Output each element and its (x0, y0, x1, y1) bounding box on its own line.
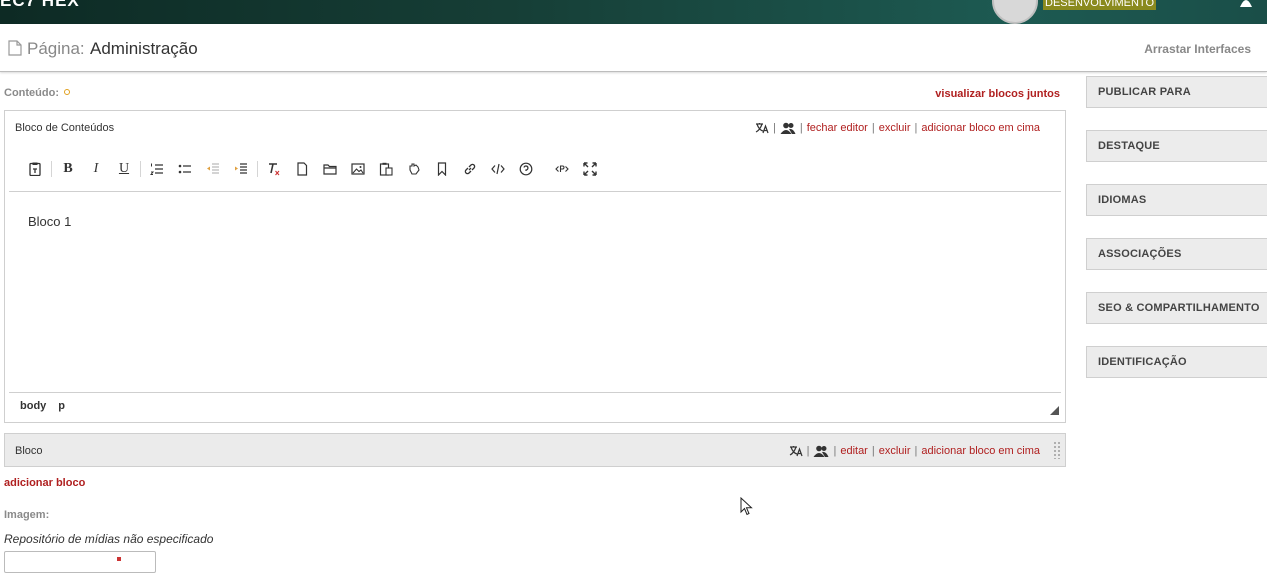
mouse-cursor-icon (740, 496, 754, 522)
user-avatar[interactable] (992, 0, 1038, 24)
media-repository-note: Repositório de mídias não especificado (4, 532, 214, 546)
bold-icon[interactable]: B (54, 159, 82, 179)
actions-separator: | (914, 122, 918, 134)
users-icon[interactable] (780, 122, 796, 134)
path-item-p[interactable]: p (58, 400, 65, 412)
special-gesture-icon[interactable] (400, 159, 428, 179)
add-block-link[interactable]: adicionar bloco (4, 477, 85, 489)
collapsed-block-title: Bloco (15, 445, 43, 457)
increase-indent-icon[interactable] (227, 159, 255, 179)
toolbar-separator (140, 161, 141, 177)
source-code-icon[interactable] (484, 159, 512, 179)
content-block-editor: Bloco de Conteúdos | | fechar editor | e… (4, 110, 1066, 423)
top-navigation-bar: ЕС7 НЕХ DESENVOLVIMENTO (0, 0, 1267, 24)
sidebar-item-identification[interactable]: IDENTIFICAÇÃO (1086, 346, 1267, 378)
delete-block-link[interactable]: excluir (879, 445, 911, 457)
editor-content-area[interactable]: Bloco 1 (28, 214, 71, 229)
page-header: Página: Administração Arrastar Interface… (0, 24, 1267, 72)
toolbar-separator (257, 161, 258, 177)
element-path: body p (20, 400, 65, 412)
toolbar-divider (9, 191, 1061, 192)
sidebar-item-associations[interactable]: ASSOCIAÇÕES (1086, 238, 1267, 270)
notifications-icon[interactable] (1239, 0, 1253, 7)
remove-format-icon[interactable] (260, 159, 288, 179)
bulleted-list-icon[interactable] (171, 159, 199, 179)
actions-separator: | (914, 445, 918, 457)
actions-separator: | (871, 122, 875, 134)
sidebar-item-highlight[interactable]: DESTAQUE (1086, 130, 1267, 162)
environment-badge: DESENVOLVIMENTO (1043, 0, 1157, 10)
actions-separator: | (833, 445, 837, 457)
required-indicator-icon (63, 89, 70, 95)
decrease-indent-icon[interactable] (199, 159, 227, 179)
page-title-prefix: Página: (27, 39, 85, 58)
content-field-label: Conteúdo: (4, 87, 70, 99)
close-editor-link[interactable]: fechar editor (807, 122, 868, 134)
translate-icon[interactable] (789, 445, 803, 457)
view-blocks-together-link[interactable]: visualizar blocos juntos (935, 88, 1060, 100)
toolbar-separator (51, 161, 52, 177)
sidebar-item-publish-to[interactable]: PUBLICAR PARA (1086, 76, 1267, 108)
image-icon[interactable] (344, 159, 372, 179)
image-field-label: Imagem: (4, 509, 50, 521)
statusbar-divider (9, 392, 1061, 393)
help-icon[interactable] (512, 159, 540, 179)
actions-separator: | (772, 122, 776, 134)
editor-block-title: Bloco de Conteúdos (15, 122, 115, 134)
maximize-icon[interactable] (576, 159, 604, 179)
image-select-button[interactable] (4, 551, 156, 573)
page-title: Administração (90, 39, 198, 58)
paste-text-icon[interactable] (21, 159, 49, 179)
drag-handle-icon[interactable] (1053, 441, 1061, 459)
edit-block-link[interactable]: editar (840, 445, 868, 457)
underline-icon[interactable]: U (110, 159, 138, 179)
content-label-text: Conteúdo: (4, 87, 59, 99)
app-logo[interactable]: ЕС7 НЕХ (0, 0, 80, 11)
italic-icon[interactable]: I (82, 159, 110, 179)
numbered-list-icon[interactable] (143, 159, 171, 179)
add-block-above-link[interactable]: adicionar bloco em cima (921, 445, 1040, 457)
show-blocks-icon[interactable] (548, 159, 576, 179)
sidebar-item-seo-sharing[interactable]: SEO & COMPARTILHAMENTO (1086, 292, 1267, 324)
actions-separator: | (806, 445, 810, 457)
resize-handle-icon[interactable] (1050, 406, 1059, 415)
page-document-icon (8, 40, 22, 61)
content-block-collapsed: Bloco | | editar | excluir | adicionar b… (4, 433, 1066, 467)
open-folder-icon[interactable] (316, 159, 344, 179)
toolbar-spacer (540, 159, 548, 179)
actions-separator: | (799, 122, 803, 134)
required-mark-icon (117, 557, 121, 561)
editor-toolbar: B I U (21, 159, 604, 179)
add-block-above-link[interactable]: adicionar bloco em cima (921, 122, 1040, 134)
drag-interfaces-link[interactable]: Arrastar Interfaces (1144, 42, 1251, 56)
path-item-body[interactable]: body (20, 400, 46, 412)
paste-from-word-icon[interactable] (372, 159, 400, 179)
sidebar-item-languages[interactable]: IDIOMAS (1086, 184, 1267, 216)
users-icon[interactable] (813, 445, 829, 457)
bookmark-icon[interactable] (428, 159, 456, 179)
editor-block-actions: | | fechar editor | excluir | adicionar … (755, 122, 1040, 134)
delete-block-link[interactable]: excluir (879, 122, 911, 134)
translate-icon[interactable] (755, 122, 769, 134)
new-page-icon[interactable] (288, 159, 316, 179)
collapsed-block-actions: | | editar | excluir | adicionar bloco e… (789, 445, 1040, 457)
actions-separator: | (871, 445, 875, 457)
link-icon[interactable] (456, 159, 484, 179)
